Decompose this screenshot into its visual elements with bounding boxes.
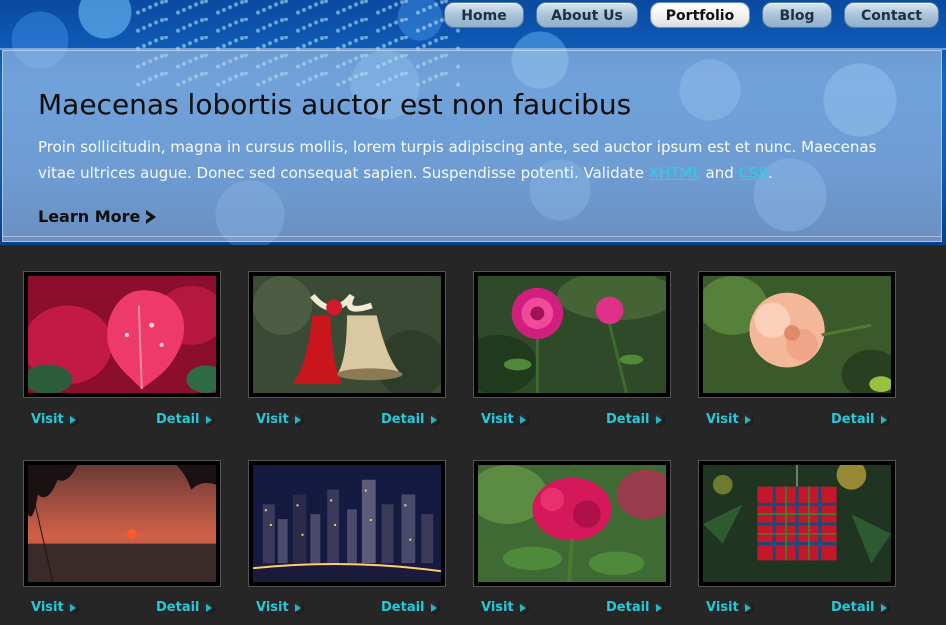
arrow-circle-icon [427, 601, 440, 614]
celosia-image [478, 465, 666, 582]
visit-label: Visit [31, 600, 64, 615]
arrow-circle-icon [652, 413, 665, 426]
arrow-circle-icon [66, 413, 79, 426]
detail-link[interactable]: Detail [606, 600, 665, 615]
detail-label: Detail [156, 412, 200, 427]
detail-label: Detail [156, 600, 200, 615]
gift-ornament-image [703, 465, 891, 582]
arrow-circle-icon [202, 601, 215, 614]
arrow-circle-icon [516, 601, 529, 614]
gallery-thumbnail[interactable] [23, 271, 221, 398]
arrow-circle-icon [291, 601, 304, 614]
visit-label: Visit [256, 412, 289, 427]
visit-link[interactable]: Visit [256, 600, 304, 615]
visit-link[interactable]: Visit [31, 600, 79, 615]
visit-label: Visit [31, 412, 64, 427]
carnation-image [703, 276, 891, 393]
nav-about-us[interactable]: About Us [536, 2, 638, 28]
detail-label: Detail [606, 412, 650, 427]
gallery-thumbnail[interactable] [698, 460, 896, 587]
arrow-circle-icon [516, 413, 529, 426]
arrow-circle-icon [877, 413, 890, 426]
arrow-circle-icon [877, 601, 890, 614]
visit-link[interactable]: Visit [256, 412, 304, 427]
arrow-circle-icon [652, 601, 665, 614]
learn-more-link[interactable]: Learn More [38, 207, 158, 226]
nav-blog[interactable]: Blog [762, 2, 832, 28]
detail-label: Detail [831, 600, 875, 615]
gallery-thumbnail[interactable] [473, 271, 671, 398]
visit-label: Visit [481, 600, 514, 615]
bells-image [253, 276, 441, 393]
detail-label: Detail [381, 600, 425, 615]
visit-link[interactable]: Visit [481, 600, 529, 615]
gallery-thumbnail[interactable] [473, 460, 671, 587]
learn-more-label: Learn More [38, 207, 141, 226]
css-link[interactable]: CSS [739, 164, 769, 182]
arrow-circle-icon [741, 601, 754, 614]
detail-label: Detail [831, 412, 875, 427]
visit-label: Visit [481, 412, 514, 427]
gallery-thumbnail[interactable] [248, 271, 446, 398]
arrow-circle-icon [427, 413, 440, 426]
detail-link[interactable]: Detail [831, 600, 890, 615]
sunset-image [28, 465, 216, 582]
visit-link[interactable]: Visit [706, 600, 754, 615]
nav-portfolio[interactable]: Portfolio [650, 2, 750, 28]
hero-title: Maecenas lobortis auctor est non faucibu… [38, 88, 632, 121]
arrow-circle-icon [741, 413, 754, 426]
gallery-thumbnail[interactable] [23, 460, 221, 587]
detail-link[interactable]: Detail [606, 412, 665, 427]
main-nav: Home About Us Portfolio Blog Contact [0, 0, 946, 30]
detail-link[interactable]: Detail [831, 412, 890, 427]
chevron-right-icon [146, 209, 157, 224]
detail-link[interactable]: Detail [156, 412, 215, 427]
hero-text-end: . [768, 164, 773, 182]
visit-label: Visit [256, 600, 289, 615]
hero-text-and: and [700, 164, 739, 182]
arrow-circle-icon [66, 601, 79, 614]
gallery-thumbnail[interactable] [248, 460, 446, 587]
visit-link[interactable]: Visit [31, 412, 79, 427]
arrow-circle-icon [202, 413, 215, 426]
poinsettia-image [28, 276, 216, 393]
detail-link[interactable]: Detail [381, 412, 440, 427]
detail-label: Detail [381, 412, 425, 427]
hero-text: Proin sollicitudin, magna in cursus moll… [38, 134, 898, 186]
hero-panel: Maecenas lobortis auctor est non faucibu… [2, 50, 942, 242]
nav-home[interactable]: Home [444, 2, 524, 28]
hero-bottom-line [3, 236, 941, 237]
nav-contact[interactable]: Contact [844, 2, 939, 28]
detail-link[interactable]: Detail [381, 600, 440, 615]
visit-label: Visit [706, 600, 739, 615]
detail-label: Detail [606, 600, 650, 615]
arrow-circle-icon [291, 413, 304, 426]
visit-label: Visit [706, 412, 739, 427]
roses-image [478, 276, 666, 393]
detail-link[interactable]: Detail [156, 600, 215, 615]
visit-link[interactable]: Visit [706, 412, 754, 427]
xhtml-link[interactable]: XHTML [649, 164, 701, 182]
city-night-image [253, 465, 441, 582]
gallery-thumbnail[interactable] [698, 271, 896, 398]
visit-link[interactable]: Visit [481, 412, 529, 427]
